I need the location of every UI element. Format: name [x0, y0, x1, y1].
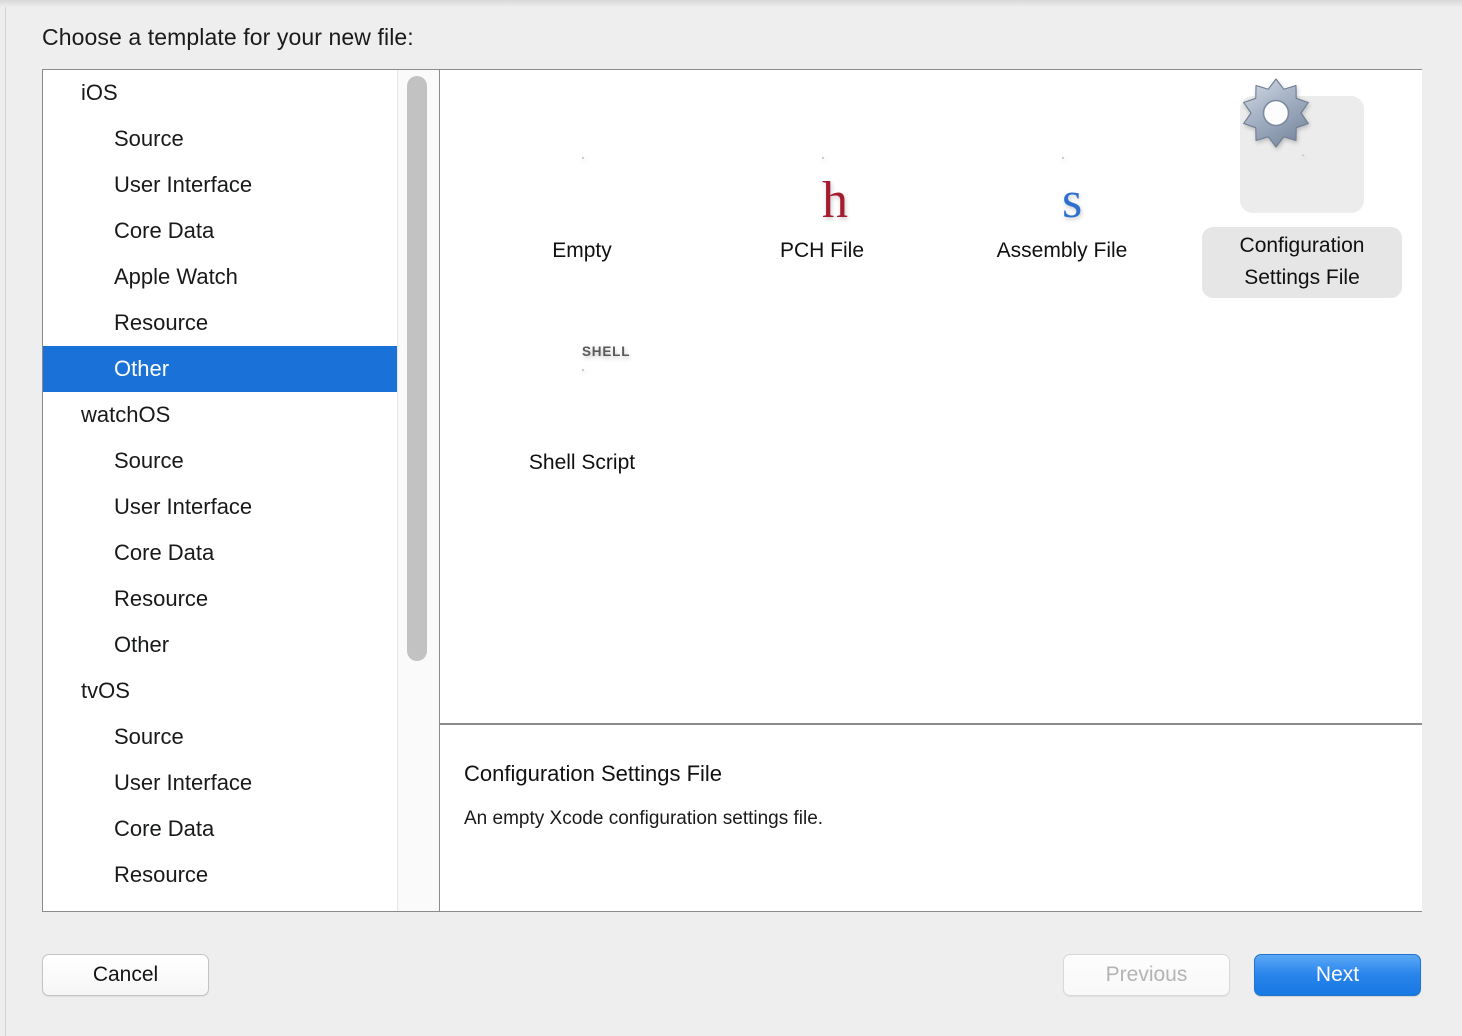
- sidebar-scrollbar[interactable]: [397, 70, 439, 911]
- template-tile-label: Assembly File: [996, 239, 1128, 262]
- template-tile-shell-script[interactable]: SHELL Shell Script: [462, 298, 702, 510]
- template-icon-container: h: [760, 96, 884, 227]
- template-icon-container: s: [1000, 96, 1124, 227]
- template-description-pane: Configuration Settings File An empty Xco…: [440, 725, 1422, 911]
- sidebar-item-resource[interactable]: Resource: [43, 300, 397, 346]
- sidebar-item-other[interactable]: Other: [43, 346, 397, 392]
- cancel-button[interactable]: Cancel: [42, 954, 209, 996]
- sidebar-item-ios[interactable]: iOS: [43, 70, 397, 116]
- template-chooser-panel: iOS Source User Interface Core Data Apple Wa…: [42, 69, 1422, 912]
- description-title: Configuration Settings File: [464, 761, 723, 786]
- sidebar-item-source[interactable]: Source: [43, 438, 397, 484]
- sidebar-item-core-data[interactable]: Core Data: [43, 208, 397, 254]
- template-grid: Empty h PCH File s Assembly File Configuratio…: [440, 70, 1422, 510]
- template-icon-container: [520, 96, 644, 218]
- sidebar-item-source[interactable]: Source: [43, 116, 397, 162]
- sidebar-scrollbar-thumb[interactable]: [407, 76, 427, 661]
- next-button[interactable]: Next: [1254, 954, 1421, 996]
- new-file-template-dialog: Choose a template for your new file: iOS…: [0, 0, 1462, 1036]
- page-title: Choose a template for your new file:: [42, 24, 414, 50]
- sidebar-item-user-interface[interactable]: User Interface: [43, 760, 397, 806]
- template-icon-container: [1240, 78, 1364, 213]
- window-left-edge: [0, 7, 6, 1036]
- sidebar-item-core-data[interactable]: Core Data: [43, 530, 397, 576]
- template-tile-label: Configuration Settings File: [1202, 226, 1402, 298]
- platform-category-sidebar[interactable]: iOS Source User Interface Core Data Apple Wa…: [43, 70, 397, 911]
- previous-button[interactable]: Previous: [1063, 954, 1230, 996]
- sidebar-item-other[interactable]: Other: [43, 622, 397, 668]
- template-grid-pane: Empty h PCH File s Assembly File Configuratio…: [440, 70, 1422, 724]
- sidebar-item-resource[interactable]: Resource: [43, 576, 397, 622]
- template-tile-label: PCH File: [779, 239, 864, 262]
- template-icon-container: SHELL: [520, 308, 644, 430]
- sidebar-item-watchos[interactable]: watchOS: [43, 392, 397, 438]
- template-tile-assembly-file[interactable]: s Assembly File: [942, 86, 1182, 298]
- window-top-chrome: [0, 0, 1462, 7]
- sidebar-item-apple-watch[interactable]: Apple Watch: [43, 254, 397, 300]
- template-tile-empty[interactable]: Empty: [462, 86, 702, 298]
- template-tile-pch-file[interactable]: h PCH File: [702, 86, 942, 298]
- template-tile-label: Shell Script: [528, 451, 636, 474]
- sidebar-item-core-data[interactable]: Core Data: [43, 806, 397, 852]
- description-body: An empty Xcode configuration settings fi…: [464, 808, 824, 829]
- sidebar-item-tvos[interactable]: tvOS: [43, 668, 397, 714]
- sidebar-item-resource[interactable]: Resource: [43, 852, 397, 898]
- sidebar-item-source[interactable]: Source: [43, 714, 397, 760]
- sidebar-item-user-interface[interactable]: User Interface: [43, 162, 397, 208]
- template-tile-label: Empty: [552, 239, 612, 262]
- template-tile-configuration-settings-file[interactable]: Configuration Settings File: [1182, 78, 1422, 298]
- sidebar-item-user-interface[interactable]: User Interface: [43, 484, 397, 530]
